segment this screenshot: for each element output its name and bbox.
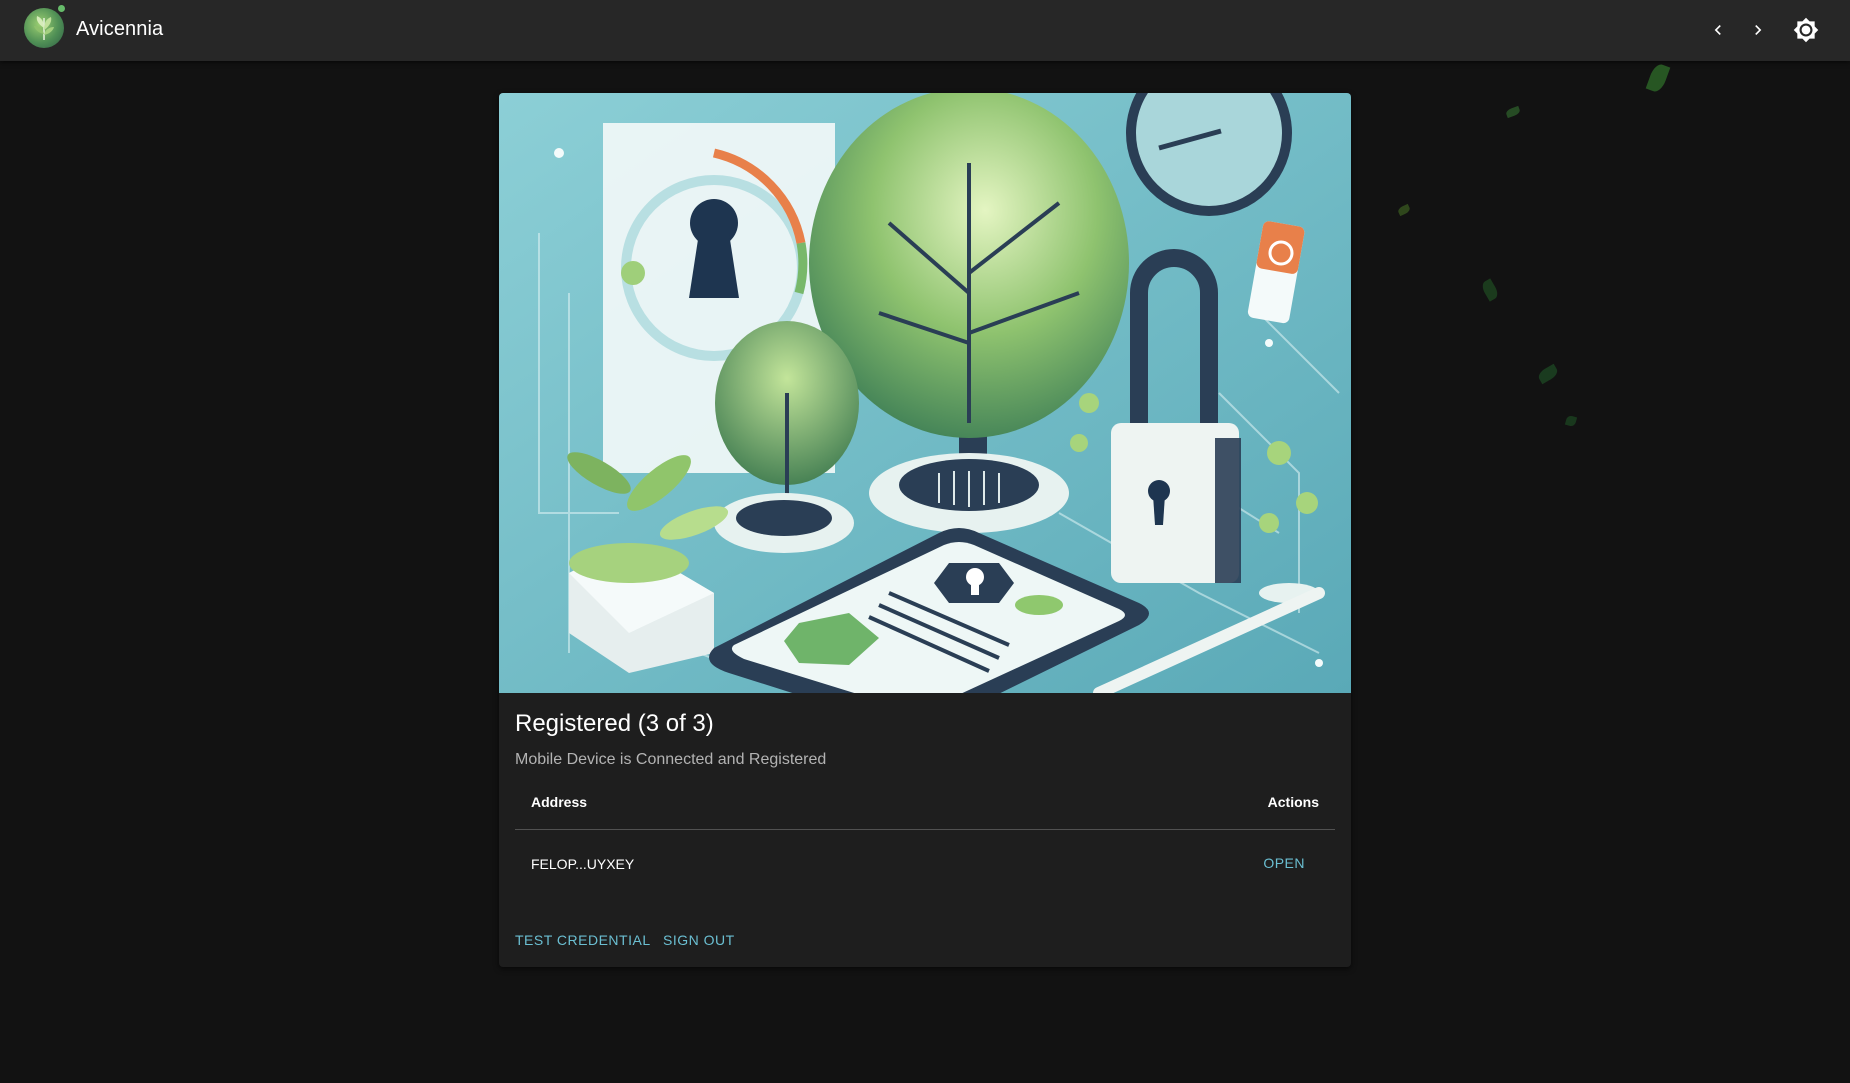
open-button[interactable]: OPEN — [1263, 855, 1305, 871]
hero-illustration — [499, 93, 1351, 693]
decorative-leaf — [1536, 363, 1560, 385]
app-logo-icon — [24, 4, 66, 48]
decorative-leaf — [1505, 105, 1521, 119]
card-subtitle: Mobile Device is Connected and Registere… — [515, 751, 827, 768]
app-bar: Avicennia — [0, 0, 1850, 61]
back-button[interactable] — [1702, 14, 1734, 46]
decorative-leaf — [1479, 278, 1501, 302]
forward-button[interactable] — [1742, 14, 1774, 46]
chevron-left-icon — [1714, 25, 1721, 35]
status-dot — [57, 4, 66, 13]
decorative-leaf — [1645, 62, 1671, 94]
chevron-right-icon — [1755, 25, 1762, 35]
test-credential-button[interactable]: TEST CREDENTIAL — [515, 932, 651, 948]
decorative-leaf — [1396, 203, 1412, 217]
theme-toggle-button[interactable] — [1790, 14, 1822, 46]
card-title: Registered (3 of 3) — [515, 710, 714, 737]
brightness-icon — [1793, 17, 1819, 43]
registration-card: Registered (3 of 3) Mobile Device is Con… — [499, 93, 1351, 967]
decorative-leaf — [1564, 414, 1578, 428]
sign-out-button[interactable]: SIGN OUT — [663, 932, 735, 948]
app-title: Avicennia — [76, 18, 164, 40]
